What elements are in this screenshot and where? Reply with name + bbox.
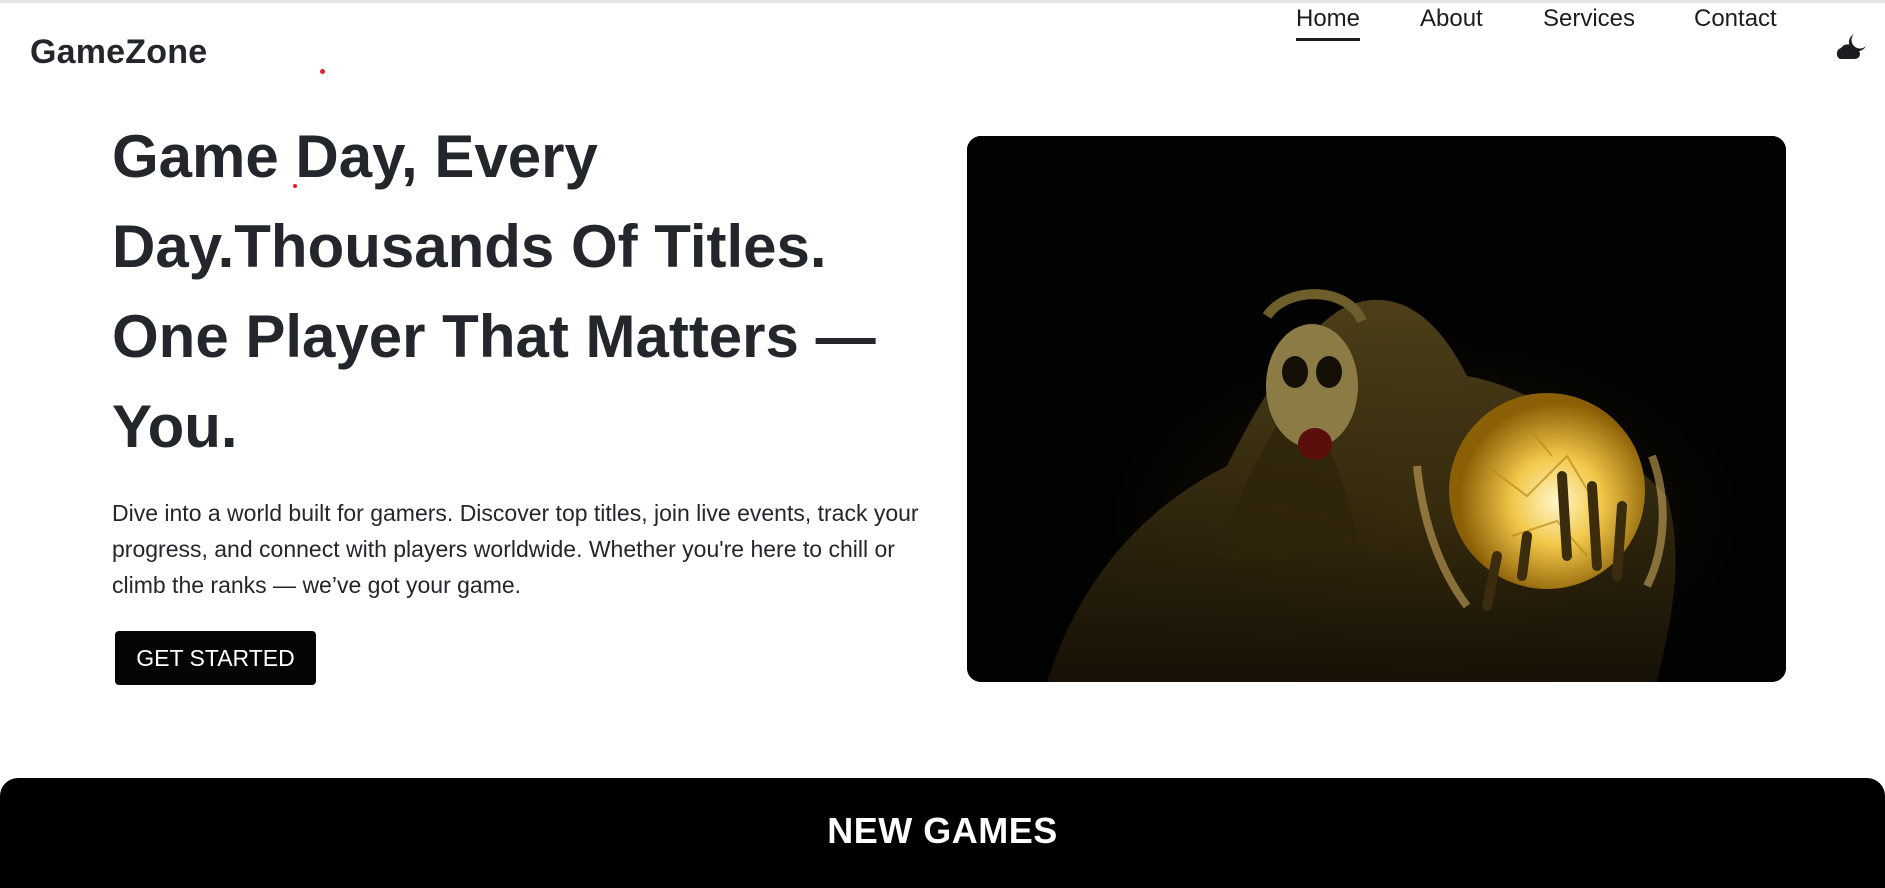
skeleton-crystal-ball-image: [967, 136, 1786, 682]
nav-about-link[interactable]: About: [1420, 3, 1483, 35]
new-games-section: NEW GAMES: [0, 778, 1885, 888]
section-title: NEW GAMES: [827, 810, 1058, 851]
nav-home-link[interactable]: Home: [1296, 3, 1361, 41]
hero-title: Game Day, Every Day.Thousands Of Titles.…: [112, 123, 876, 460]
nav-contact-link[interactable]: Contact: [1694, 3, 1777, 35]
hero-image: [967, 136, 1786, 682]
red-dot-decoration: [320, 69, 325, 74]
nav-services-link[interactable]: Services: [1543, 3, 1635, 35]
get-started-button[interactable]: GET STARTED: [115, 631, 316, 685]
moon-cloud-icon: [1836, 34, 1866, 59]
theme-toggle-button[interactable]: [1834, 31, 1870, 65]
navbar: GameZone Home About Services Contact: [0, 3, 1885, 103]
hero-description: Dive into a world built for gamers. Disc…: [112, 500, 919, 598]
brand-logo[interactable]: GameZone: [30, 33, 207, 72]
red-dot-decoration: [293, 184, 297, 188]
